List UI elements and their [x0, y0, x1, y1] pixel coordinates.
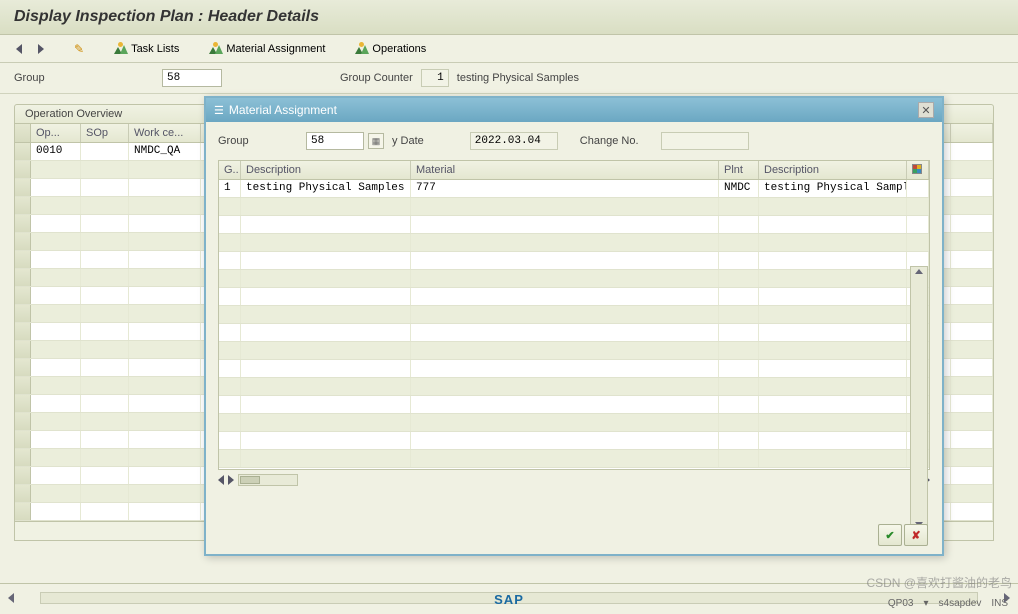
table-row[interactable]	[219, 450, 929, 468]
status-mode: INS	[991, 598, 1008, 609]
table-row[interactable]	[219, 378, 929, 396]
col-sop[interactable]: SOp	[81, 124, 129, 142]
dlg-changeno-input	[661, 132, 749, 150]
dialog-grid: G.. Description Material Plnt Descriptio…	[218, 160, 930, 470]
dcol-mat[interactable]: Material	[411, 161, 719, 179]
mountain-icon	[114, 43, 128, 54]
cancel-button[interactable]: ✘	[904, 524, 928, 546]
check-icon: ✔	[885, 529, 894, 542]
dcol-desc2[interactable]: Description	[759, 161, 907, 179]
group-label: Group	[14, 72, 154, 84]
f4-help-icon[interactable]: ▦	[368, 133, 384, 149]
task-lists-button[interactable]: Task Lists	[108, 41, 185, 57]
table-row[interactable]	[219, 342, 929, 360]
dcol-desc[interactable]: Description	[241, 161, 411, 179]
operations-button[interactable]: Operations	[349, 41, 432, 57]
table-row[interactable]: 1testing Physical Samples777NMDCtesting …	[219, 180, 929, 198]
group-counter-desc: testing Physical Samples	[457, 72, 579, 84]
cross-icon: ✘	[911, 529, 920, 542]
group-counter-input	[421, 69, 449, 87]
col-op[interactable]: Op...	[31, 124, 81, 142]
dlg-changeno-label: Change No.	[580, 135, 639, 147]
status-tcode: QP03	[888, 598, 914, 609]
main-toolbar: ✎ Task Lists Material Assignment Operati…	[0, 35, 1018, 63]
operations-label: Operations	[372, 43, 426, 55]
ok-button[interactable]: ✔	[878, 524, 902, 546]
triangle-right-icon	[38, 44, 44, 54]
triangle-left-icon	[16, 44, 22, 54]
task-lists-label: Task Lists	[131, 43, 179, 55]
pencil-icon: ✎	[74, 42, 84, 56]
table-row[interactable]	[219, 360, 929, 378]
dgrid-header: G.. Description Material Plnt Descriptio…	[219, 161, 929, 180]
dialog-hscroll[interactable]	[218, 474, 930, 486]
table-row[interactable]	[219, 234, 929, 252]
dialog-filter-row: Group ▦ y Date Change No.	[206, 122, 942, 156]
table-row[interactable]	[219, 396, 929, 414]
table-row[interactable]	[219, 414, 929, 432]
triangle-up-icon	[915, 269, 923, 274]
page-title: Display Inspection Plan : Header Details	[0, 0, 1018, 35]
table-row[interactable]	[219, 306, 929, 324]
close-icon[interactable]: ✕	[918, 102, 934, 118]
dcol-g[interactable]: G..	[219, 161, 241, 179]
material-assignment-label: Material Assignment	[226, 43, 325, 55]
next-button[interactable]	[32, 42, 50, 56]
dlg-keydate-label: y Date	[392, 135, 424, 147]
table-row[interactable]	[219, 198, 929, 216]
dlg-group-label: Group	[218, 135, 298, 147]
edit-button[interactable]: ✎	[68, 40, 90, 58]
table-row[interactable]	[219, 216, 929, 234]
dialog-title-icon: ☰	[214, 104, 224, 117]
dialog-title-text: Material Assignment	[229, 103, 918, 117]
hscroll-thumb[interactable]	[240, 476, 260, 484]
material-assignment-dialog: ☰ Material Assignment ✕ Group ▦ y Date C…	[204, 96, 944, 556]
triangle-right-icon	[228, 475, 234, 485]
dlg-group-input[interactable]	[306, 132, 364, 150]
group-counter-label: Group Counter	[340, 72, 413, 84]
dialog-vscroll[interactable]	[910, 266, 928, 530]
main-filter-row: Group Group Counter testing Physical Sam…	[0, 63, 1018, 94]
hscroll-track[interactable]	[238, 474, 298, 486]
table-row[interactable]	[219, 432, 929, 450]
dcol-layout[interactable]	[907, 161, 929, 179]
col-wc[interactable]: Work ce...	[129, 124, 201, 142]
dlg-keydate-input	[470, 132, 558, 150]
table-row[interactable]	[219, 324, 929, 342]
table-row[interactable]	[219, 288, 929, 306]
dialog-titlebar[interactable]: ☰ Material Assignment ✕	[206, 98, 942, 122]
dcol-plnt[interactable]: Plnt	[719, 161, 759, 179]
status-system: s4sapdev	[939, 598, 982, 609]
prev-button[interactable]	[10, 42, 28, 56]
table-row[interactable]	[219, 270, 929, 288]
group-input[interactable]	[162, 69, 222, 87]
layout-icon	[912, 164, 922, 174]
mountain-icon	[209, 43, 223, 54]
triangle-left-icon[interactable]	[8, 593, 14, 603]
mountain-icon	[355, 43, 369, 54]
material-assignment-button[interactable]: Material Assignment	[203, 41, 331, 57]
sap-logo: SAP	[494, 592, 524, 607]
triangle-left-icon	[218, 475, 224, 485]
table-row[interactable]	[219, 252, 929, 270]
